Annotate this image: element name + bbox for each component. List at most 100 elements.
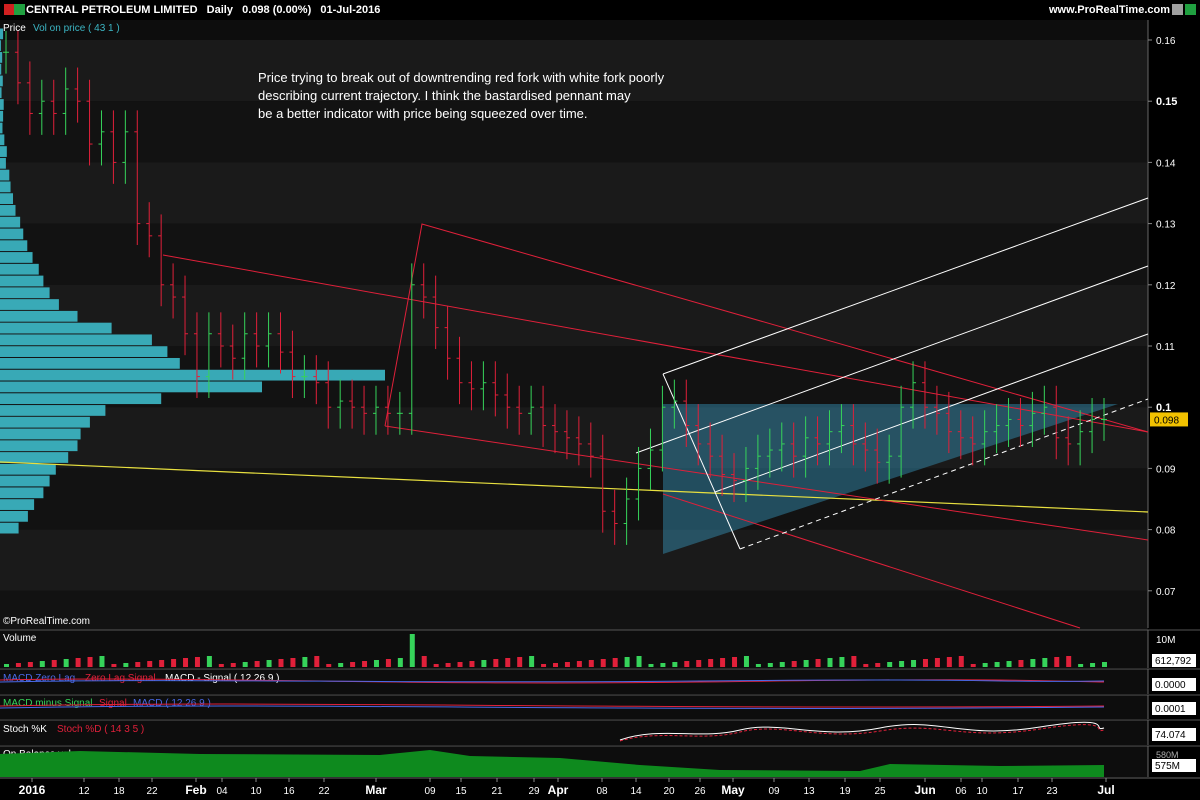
- annotation-line: describing current trajectory. I think t…: [258, 88, 631, 103]
- macd2-last-value: 0.0001: [1155, 704, 1186, 715]
- volume-profile-bar: [0, 205, 16, 216]
- last-price-label: 0.098: [1154, 415, 1179, 426]
- y-tick-label: 0.11: [1156, 342, 1175, 353]
- y-tick-label: 0.1: [1156, 402, 1171, 414]
- volume-bar: [720, 658, 726, 667]
- volume-bar: [1078, 664, 1084, 667]
- volume-bar: [1090, 663, 1096, 667]
- volume-bar: [887, 662, 893, 667]
- volume-bar: [553, 663, 558, 667]
- x-tick-label: 08: [596, 786, 608, 797]
- volume-profile-bar: [0, 216, 21, 228]
- volume-profile-bar: [0, 357, 180, 369]
- volume-bar: [445, 663, 451, 667]
- x-tick-label: Jul: [1097, 783, 1114, 797]
- volume-bar: [911, 660, 917, 667]
- x-tick-label: 19: [839, 786, 851, 797]
- volume-top-tick: 10M: [1156, 635, 1175, 646]
- volume-bar: [469, 661, 475, 667]
- volume-bar: [505, 658, 511, 667]
- x-tick-label: 29: [528, 786, 540, 797]
- price-axis-bg: [1148, 20, 1200, 628]
- volume-profile-bar: [0, 240, 28, 252]
- volume-profile-bar: [0, 275, 44, 287]
- volume-bar: [684, 661, 690, 667]
- macd2-label3: MACD ( 12 26 9 ): [133, 698, 211, 709]
- volume-bar: [290, 658, 296, 667]
- volume-profile-bar: [0, 499, 35, 510]
- obv-tick: 580M: [1156, 750, 1179, 760]
- volume-bar: [87, 657, 93, 667]
- volume-bar: [672, 662, 678, 667]
- x-tick-label: 22: [146, 786, 158, 797]
- x-tick-label: 14: [630, 786, 642, 797]
- chart-title: CENTRAL PETROLEUM LIMITED Daily 0.098 (0…: [26, 4, 381, 16]
- volume-bar: [660, 663, 666, 667]
- volume-bar: [588, 660, 594, 667]
- x-tick-label: 09: [768, 786, 780, 797]
- volume-bar: [839, 657, 845, 667]
- volume-bar: [958, 656, 964, 667]
- volume-bar: [278, 659, 284, 667]
- x-tick-label: 10: [976, 786, 988, 797]
- volume-bar: [135, 662, 141, 667]
- window-restore-icon[interactable]: [14, 4, 25, 15]
- volume-bar: [314, 656, 320, 667]
- volume-profile-bar: [0, 134, 5, 146]
- volume-bar: [875, 663, 881, 667]
- volume-bar: [1006, 661, 1012, 667]
- x-tick-label: May: [721, 783, 745, 797]
- volume-profile-bar: [0, 322, 112, 334]
- volume-bar: [517, 657, 523, 667]
- volume-bar: [15, 663, 21, 667]
- window-minimize-icon[interactable]: [1172, 4, 1183, 15]
- volume-profile-bar: [0, 63, 2, 75]
- volume-profile-bar: [0, 228, 24, 240]
- price-band: [0, 284, 1148, 346]
- volume-bar: [99, 656, 105, 667]
- x-tick-label: 18: [113, 786, 125, 797]
- x-tick-label: 12: [78, 786, 90, 797]
- x-tick-label: 17: [1012, 786, 1024, 797]
- macd1-label3: MACD - Signal ( 12 26 9 ): [165, 673, 280, 684]
- volume-profile-bar: [0, 405, 106, 416]
- volume-bar: [27, 662, 33, 667]
- chart-header: CENTRAL PETROLEUM LIMITED Daily 0.098 (0…: [0, 0, 1200, 20]
- x-tick-label: 20: [663, 786, 675, 797]
- volume-bar: [254, 661, 260, 667]
- volume-bar: [242, 662, 248, 667]
- volume-bar: [51, 660, 57, 667]
- volume-profile-bar: [0, 146, 7, 157]
- y-tick-label: 0.15: [1156, 96, 1177, 108]
- volume-bar: [39, 661, 45, 667]
- volume-profile-bar: [0, 99, 4, 110]
- volume-bar: [373, 660, 379, 667]
- volume-profile-bar: [0, 110, 4, 122]
- price-panel-label: Price: [3, 23, 26, 34]
- volume-profile-bar: [0, 75, 3, 87]
- volume-profile-bar: [0, 452, 69, 463]
- y-tick-label: 0.07: [1156, 587, 1176, 598]
- volume-profile-bar: [0, 157, 6, 169]
- volume-bar: [564, 662, 570, 667]
- volume-profile-bar: [0, 334, 152, 346]
- window-maximize-icon[interactable]: [1185, 4, 1196, 15]
- volume-bar: [934, 658, 940, 667]
- x-tick-label: Apr: [548, 783, 569, 797]
- volume-bar: [4, 664, 9, 667]
- volume-bar: [385, 659, 391, 667]
- volume-last-value: 612,792: [1155, 656, 1192, 667]
- volume-bar: [433, 664, 439, 667]
- x-tick-label: 10: [250, 786, 262, 797]
- volume-bar: [779, 662, 785, 667]
- volume-bar: [696, 660, 702, 667]
- volume-bar: [743, 656, 749, 667]
- volume-profile-bar: [0, 393, 162, 405]
- volume-bar: [946, 657, 952, 667]
- macd1-last-value: 0.0000: [1155, 680, 1186, 691]
- x-tick-label: 04: [216, 786, 228, 797]
- y-tick-label: 0.16: [1156, 36, 1176, 47]
- volume-bar: [994, 662, 1000, 667]
- volume-bar: [218, 664, 224, 667]
- volume-bar: [350, 662, 356, 667]
